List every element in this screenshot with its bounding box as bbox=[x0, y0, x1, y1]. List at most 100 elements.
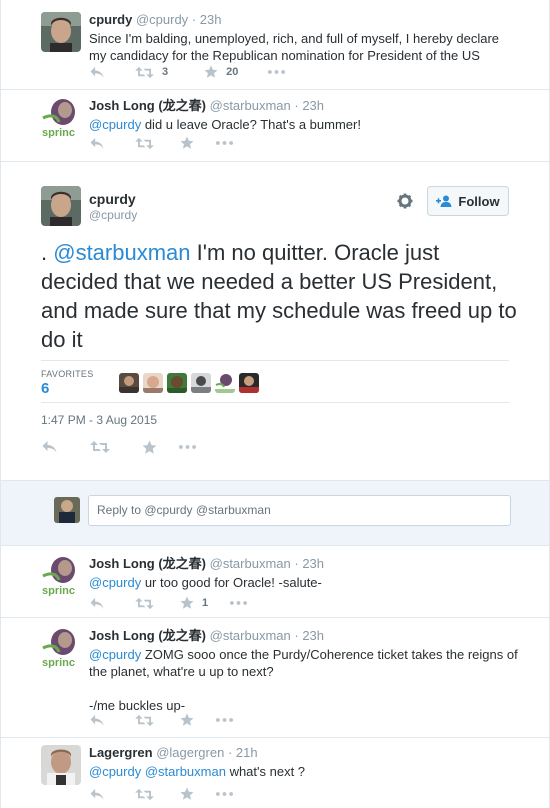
retweet-button[interactable] bbox=[90, 440, 110, 454]
favoriter-avatar[interactable] bbox=[239, 373, 259, 393]
more-button[interactable] bbox=[216, 141, 233, 145]
favorite-count: 1 bbox=[202, 597, 209, 609]
tweet-header: cpurdy @cpurdy · 23h bbox=[89, 12, 519, 28]
favorites-count[interactable]: 6 bbox=[41, 380, 49, 397]
author-handle[interactable]: @cpurdy bbox=[136, 12, 188, 27]
reply-tweet[interactable]: sprinc Josh Long (龙之春) @starbuxman · 23h… bbox=[1, 618, 549, 738]
follow-person-icon bbox=[436, 195, 452, 207]
author-handle[interactable]: @lagergren bbox=[156, 745, 224, 760]
author-name[interactable]: Josh Long (龙之春) bbox=[89, 628, 206, 643]
avatar-cpurdy-main[interactable] bbox=[41, 186, 81, 226]
tweet-time[interactable]: · 23h bbox=[294, 556, 324, 571]
favorite-icon bbox=[142, 440, 157, 455]
tweet-starbuxman-bummer[interactable]: sprinc Josh Long (龙之春) @starbuxman · 23h… bbox=[1, 90, 549, 162]
favorite-button[interactable] bbox=[180, 136, 194, 150]
favorite-icon bbox=[204, 65, 218, 79]
retweet-button[interactable] bbox=[135, 597, 154, 610]
favorite-count: 20 bbox=[226, 66, 239, 78]
retweet-icon bbox=[135, 137, 154, 150]
spring-logo-text: sprinc bbox=[42, 657, 75, 668]
tweet-time[interactable]: · 23h bbox=[192, 12, 222, 27]
divider bbox=[41, 360, 509, 361]
avatar-cpurdy[interactable] bbox=[41, 12, 81, 52]
reply-tweet[interactable]: Lagergren @lagergren · 21h @cpurdy @star… bbox=[1, 738, 549, 808]
mention-link[interactable]: @cpurdy bbox=[89, 647, 141, 662]
main-tweet-timestamp[interactable]: 1:47 PM - 3 Aug 2015 bbox=[41, 413, 157, 427]
avatar-starbuxman[interactable]: sprinc bbox=[41, 556, 81, 596]
follow-button[interactable]: Follow bbox=[427, 186, 509, 216]
reply-button[interactable] bbox=[89, 137, 105, 150]
mention-link[interactable]: @cpurdy bbox=[89, 575, 141, 590]
tweet-time[interactable]: · 21h bbox=[228, 745, 258, 760]
favorite-button[interactable]: 1 bbox=[180, 596, 208, 610]
tweet-body: what's next ? bbox=[225, 764, 306, 779]
favorite-button[interactable] bbox=[142, 440, 157, 455]
main-author-name[interactable]: cpurdy bbox=[89, 191, 137, 207]
reply-tweet[interactable]: sprinc Josh Long (龙之春) @starbuxman · 23h… bbox=[1, 546, 549, 618]
author-name[interactable]: Josh Long (龙之春) bbox=[89, 556, 206, 571]
tweet-actions bbox=[89, 785, 255, 803]
tweet-actions: 1 bbox=[89, 594, 269, 612]
author-handle[interactable]: @starbuxman bbox=[210, 98, 291, 113]
spring-logo-text: sprinc bbox=[42, 127, 75, 138]
avatar-starbuxman[interactable]: sprinc bbox=[41, 628, 81, 668]
gear-icon bbox=[397, 193, 413, 209]
favoriter-avatar[interactable] bbox=[119, 373, 139, 393]
reply-button[interactable] bbox=[89, 66, 105, 79]
reply-button[interactable] bbox=[89, 597, 105, 610]
retweet-icon bbox=[90, 440, 110, 454]
tweet-header: Josh Long (龙之春) @starbuxman · 23h bbox=[89, 628, 519, 644]
mention-link[interactable]: @cpurdy @starbuxman bbox=[89, 764, 226, 779]
tweet-conversation-page: cpurdy @cpurdy · 23h Since I'm balding, … bbox=[0, 0, 550, 808]
favoriter-avatar[interactable] bbox=[167, 373, 187, 393]
tweet-text: @cpurdy @starbuxman what's next ? bbox=[89, 763, 519, 780]
favorite-icon bbox=[180, 713, 194, 727]
current-user-avatar bbox=[54, 497, 80, 523]
more-button[interactable] bbox=[179, 445, 196, 449]
tweet-cpurdy-candidacy[interactable]: cpurdy @cpurdy · 23h Since I'm balding, … bbox=[1, 0, 549, 90]
more-button[interactable] bbox=[268, 70, 285, 74]
retweet-button[interactable] bbox=[135, 714, 154, 727]
reply-icon bbox=[89, 597, 105, 610]
retweet-button[interactable] bbox=[135, 137, 154, 150]
user-actions-button[interactable] bbox=[397, 193, 413, 214]
more-button[interactable] bbox=[230, 601, 247, 605]
more-button[interactable] bbox=[216, 792, 233, 796]
retweet-button[interactable] bbox=[135, 788, 154, 801]
more-button[interactable] bbox=[216, 718, 233, 722]
reply-button[interactable] bbox=[41, 440, 58, 454]
avatar-starbuxman[interactable]: sprinc bbox=[41, 98, 81, 138]
reply-button[interactable] bbox=[89, 714, 105, 727]
tweet-body: ur too good for Oracle! -salute- bbox=[141, 575, 322, 590]
mention-link[interactable]: @cpurdy bbox=[89, 117, 141, 132]
tweet-time[interactable]: · 23h bbox=[294, 98, 324, 113]
avatar-lagergren[interactable] bbox=[41, 745, 81, 785]
more-icon bbox=[268, 70, 285, 74]
spring-logo-text: sprinc bbox=[42, 585, 75, 596]
favorite-button[interactable] bbox=[180, 713, 194, 727]
author-name[interactable]: cpurdy bbox=[89, 12, 132, 27]
favoriter-avatar[interactable] bbox=[191, 373, 211, 393]
reply-button[interactable] bbox=[89, 788, 105, 801]
author-name[interactable]: Josh Long (龙之春) bbox=[89, 98, 206, 113]
retweet-button[interactable]: 3 bbox=[135, 66, 168, 79]
more-icon bbox=[216, 141, 233, 145]
favorite-button[interactable] bbox=[180, 787, 194, 801]
tweet-time[interactable]: · 23h bbox=[294, 628, 324, 643]
favoriter-avatar[interactable] bbox=[143, 373, 163, 393]
favorites-label: FAVORITES bbox=[41, 369, 94, 379]
favorite-button[interactable]: 20 bbox=[204, 65, 238, 79]
main-author-handle[interactable]: @cpurdy bbox=[89, 208, 137, 222]
divider bbox=[41, 402, 509, 403]
main-mention-link[interactable]: @starbuxman bbox=[53, 240, 190, 265]
tweet-header: Josh Long (龙之春) @starbuxman · 23h bbox=[89, 556, 519, 572]
favoriter-avatar[interactable] bbox=[215, 373, 235, 393]
author-handle[interactable]: @starbuxman bbox=[210, 628, 291, 643]
main-tweet-header: cpurdy @cpurdy bbox=[89, 191, 137, 222]
tweet-body: ZOMG sooo once the Purdy/Coherence ticke… bbox=[89, 647, 518, 679]
reply-input[interactable]: Reply to @cpurdy @starbuxman bbox=[88, 495, 511, 526]
main-text-prefix: . bbox=[41, 240, 54, 265]
tweet-actions: 3 20 bbox=[89, 63, 307, 81]
author-name[interactable]: Lagergren bbox=[89, 745, 153, 760]
author-handle[interactable]: @starbuxman bbox=[210, 556, 291, 571]
